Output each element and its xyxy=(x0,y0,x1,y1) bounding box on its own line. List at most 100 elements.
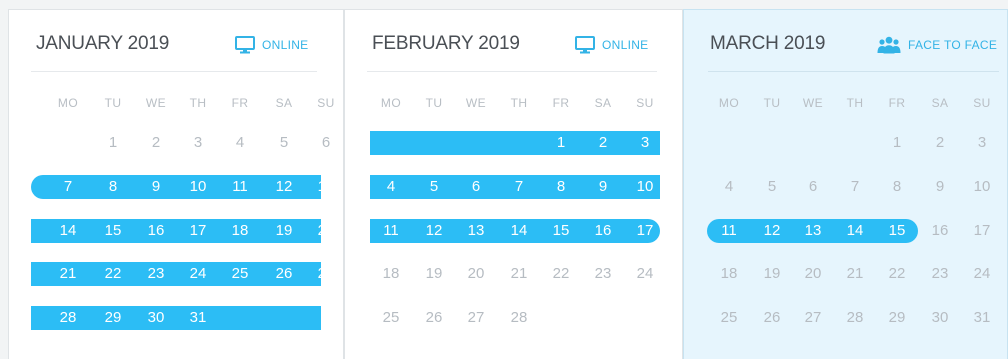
day-cell[interactable]: 11 xyxy=(218,175,262,199)
day-cell[interactable]: 27 xyxy=(791,306,835,330)
day-cell[interactable]: 9 xyxy=(918,175,962,199)
weekday-header: FR xyxy=(552,96,570,110)
day-cell[interactable]: 7 xyxy=(497,175,541,199)
day-cell[interactable]: 20 xyxy=(304,219,348,243)
day-cell[interactable]: 16 xyxy=(134,219,178,243)
day-cell[interactable]: 21 xyxy=(833,262,877,286)
day-cell[interactable]: 6 xyxy=(454,175,498,199)
day-cell[interactable]: 8 xyxy=(539,175,583,199)
day-cell[interactable]: 2 xyxy=(918,131,962,155)
day-cell[interactable]: 21 xyxy=(497,262,541,286)
day-cell[interactable]: 1 xyxy=(875,131,919,155)
day-cell[interactable]: 3 xyxy=(960,131,1004,155)
weekday-header: TH xyxy=(510,96,528,110)
day-cell[interactable]: 14 xyxy=(46,219,90,243)
day-cell[interactable]: 17 xyxy=(176,219,220,243)
day-cell[interactable]: 12 xyxy=(262,175,306,199)
day-cell[interactable]: 10 xyxy=(176,175,220,199)
day-cell[interactable]: 25 xyxy=(218,262,262,286)
day-cell[interactable]: 7 xyxy=(46,175,90,199)
day-cell[interactable]: 16 xyxy=(918,219,962,243)
day-cell[interactable]: 25 xyxy=(707,306,751,330)
day-cell[interactable]: 26 xyxy=(750,306,794,330)
day-cell[interactable]: 15 xyxy=(539,219,583,243)
day-cell[interactable]: 13 xyxy=(791,219,835,243)
day-cell[interactable]: 3 xyxy=(623,131,667,155)
day-cell[interactable]: 10 xyxy=(623,175,667,199)
day-cell[interactable]: 17 xyxy=(960,219,1004,243)
day-cell[interactable]: 19 xyxy=(412,262,456,286)
day-cell[interactable]: 10 xyxy=(960,175,1004,199)
day-cell[interactable]: 18 xyxy=(218,219,262,243)
day-cell[interactable]: 31 xyxy=(176,306,220,330)
day-cell[interactable]: 2 xyxy=(581,131,625,155)
day-cell[interactable]: 29 xyxy=(875,306,919,330)
day-cell[interactable]: 22 xyxy=(539,262,583,286)
day-cell[interactable]: 25 xyxy=(369,306,413,330)
day-cell[interactable]: 11 xyxy=(707,219,751,243)
day-cell[interactable]: 6 xyxy=(791,175,835,199)
day-cell[interactable]: 28 xyxy=(497,306,541,330)
session-mode-label: ONLINE xyxy=(602,38,649,52)
day-cell[interactable]: 4 xyxy=(707,175,751,199)
day-cell[interactable]: 1 xyxy=(539,131,583,155)
day-cell[interactable]: 15 xyxy=(875,219,919,243)
day-cell[interactable]: 14 xyxy=(833,219,877,243)
day-cell[interactable]: 8 xyxy=(875,175,919,199)
day-cell[interactable]: 28 xyxy=(46,306,90,330)
day-cell[interactable]: 7 xyxy=(833,175,877,199)
day-cell[interactable]: 11 xyxy=(369,219,413,243)
weekday-header: SA xyxy=(275,96,293,110)
day-cell[interactable]: 5 xyxy=(262,131,306,155)
day-cell[interactable]: 12 xyxy=(750,219,794,243)
day-cell[interactable]: 24 xyxy=(960,262,1004,286)
day-cell[interactable]: 19 xyxy=(750,262,794,286)
day-cell[interactable]: 13 xyxy=(304,175,348,199)
day-cell[interactable]: 23 xyxy=(134,262,178,286)
day-cell[interactable]: 18 xyxy=(707,262,751,286)
day-cell[interactable]: 6 xyxy=(304,131,348,155)
day-cell[interactable]: 2 xyxy=(134,131,178,155)
day-cell[interactable]: 8 xyxy=(91,175,135,199)
day-cell[interactable]: 22 xyxy=(875,262,919,286)
day-cell[interactable]: 13 xyxy=(454,219,498,243)
session-mode-badge: FACE TO FACE xyxy=(877,35,997,55)
day-cell[interactable]: 26 xyxy=(262,262,306,286)
day-cell[interactable]: 30 xyxy=(134,306,178,330)
day-cell[interactable]: 14 xyxy=(497,219,541,243)
header-divider xyxy=(708,71,999,72)
day-cell[interactable]: 29 xyxy=(91,306,135,330)
weekday-header: TU xyxy=(425,96,443,110)
day-cell[interactable]: 24 xyxy=(623,262,667,286)
day-cell[interactable]: 21 xyxy=(46,262,90,286)
day-cell[interactable]: 17 xyxy=(623,219,667,243)
day-cell[interactable]: 5 xyxy=(412,175,456,199)
day-cell[interactable]: 27 xyxy=(304,262,348,286)
people-icon xyxy=(877,36,901,54)
day-cell[interactable]: 23 xyxy=(581,262,625,286)
day-cell[interactable]: 4 xyxy=(369,175,413,199)
day-cell[interactable]: 30 xyxy=(918,306,962,330)
day-cell[interactable]: 9 xyxy=(134,175,178,199)
day-cell[interactable]: 19 xyxy=(262,219,306,243)
day-cell[interactable]: 4 xyxy=(218,131,262,155)
day-cell[interactable]: 20 xyxy=(791,262,835,286)
day-cell[interactable]: 20 xyxy=(454,262,498,286)
day-cell[interactable]: 31 xyxy=(960,306,1004,330)
day-cell[interactable]: 3 xyxy=(176,131,220,155)
day-cell[interactable]: 1 xyxy=(91,131,135,155)
session-mode-label: FACE TO FACE xyxy=(908,38,998,52)
day-cell[interactable]: 5 xyxy=(750,175,794,199)
day-cell[interactable]: 27 xyxy=(454,306,498,330)
day-cell[interactable]: 26 xyxy=(412,306,456,330)
day-cell[interactable]: 22 xyxy=(91,262,135,286)
day-cell[interactable]: 12 xyxy=(412,219,456,243)
day-cell[interactable]: 23 xyxy=(918,262,962,286)
day-cell[interactable]: 28 xyxy=(833,306,877,330)
day-cell[interactable]: 9 xyxy=(581,175,625,199)
day-cell[interactable]: 24 xyxy=(176,262,220,286)
day-cell[interactable]: 15 xyxy=(91,219,135,243)
day-cell[interactable]: 16 xyxy=(581,219,625,243)
weekday-header: FR xyxy=(888,96,906,110)
day-cell[interactable]: 18 xyxy=(369,262,413,286)
